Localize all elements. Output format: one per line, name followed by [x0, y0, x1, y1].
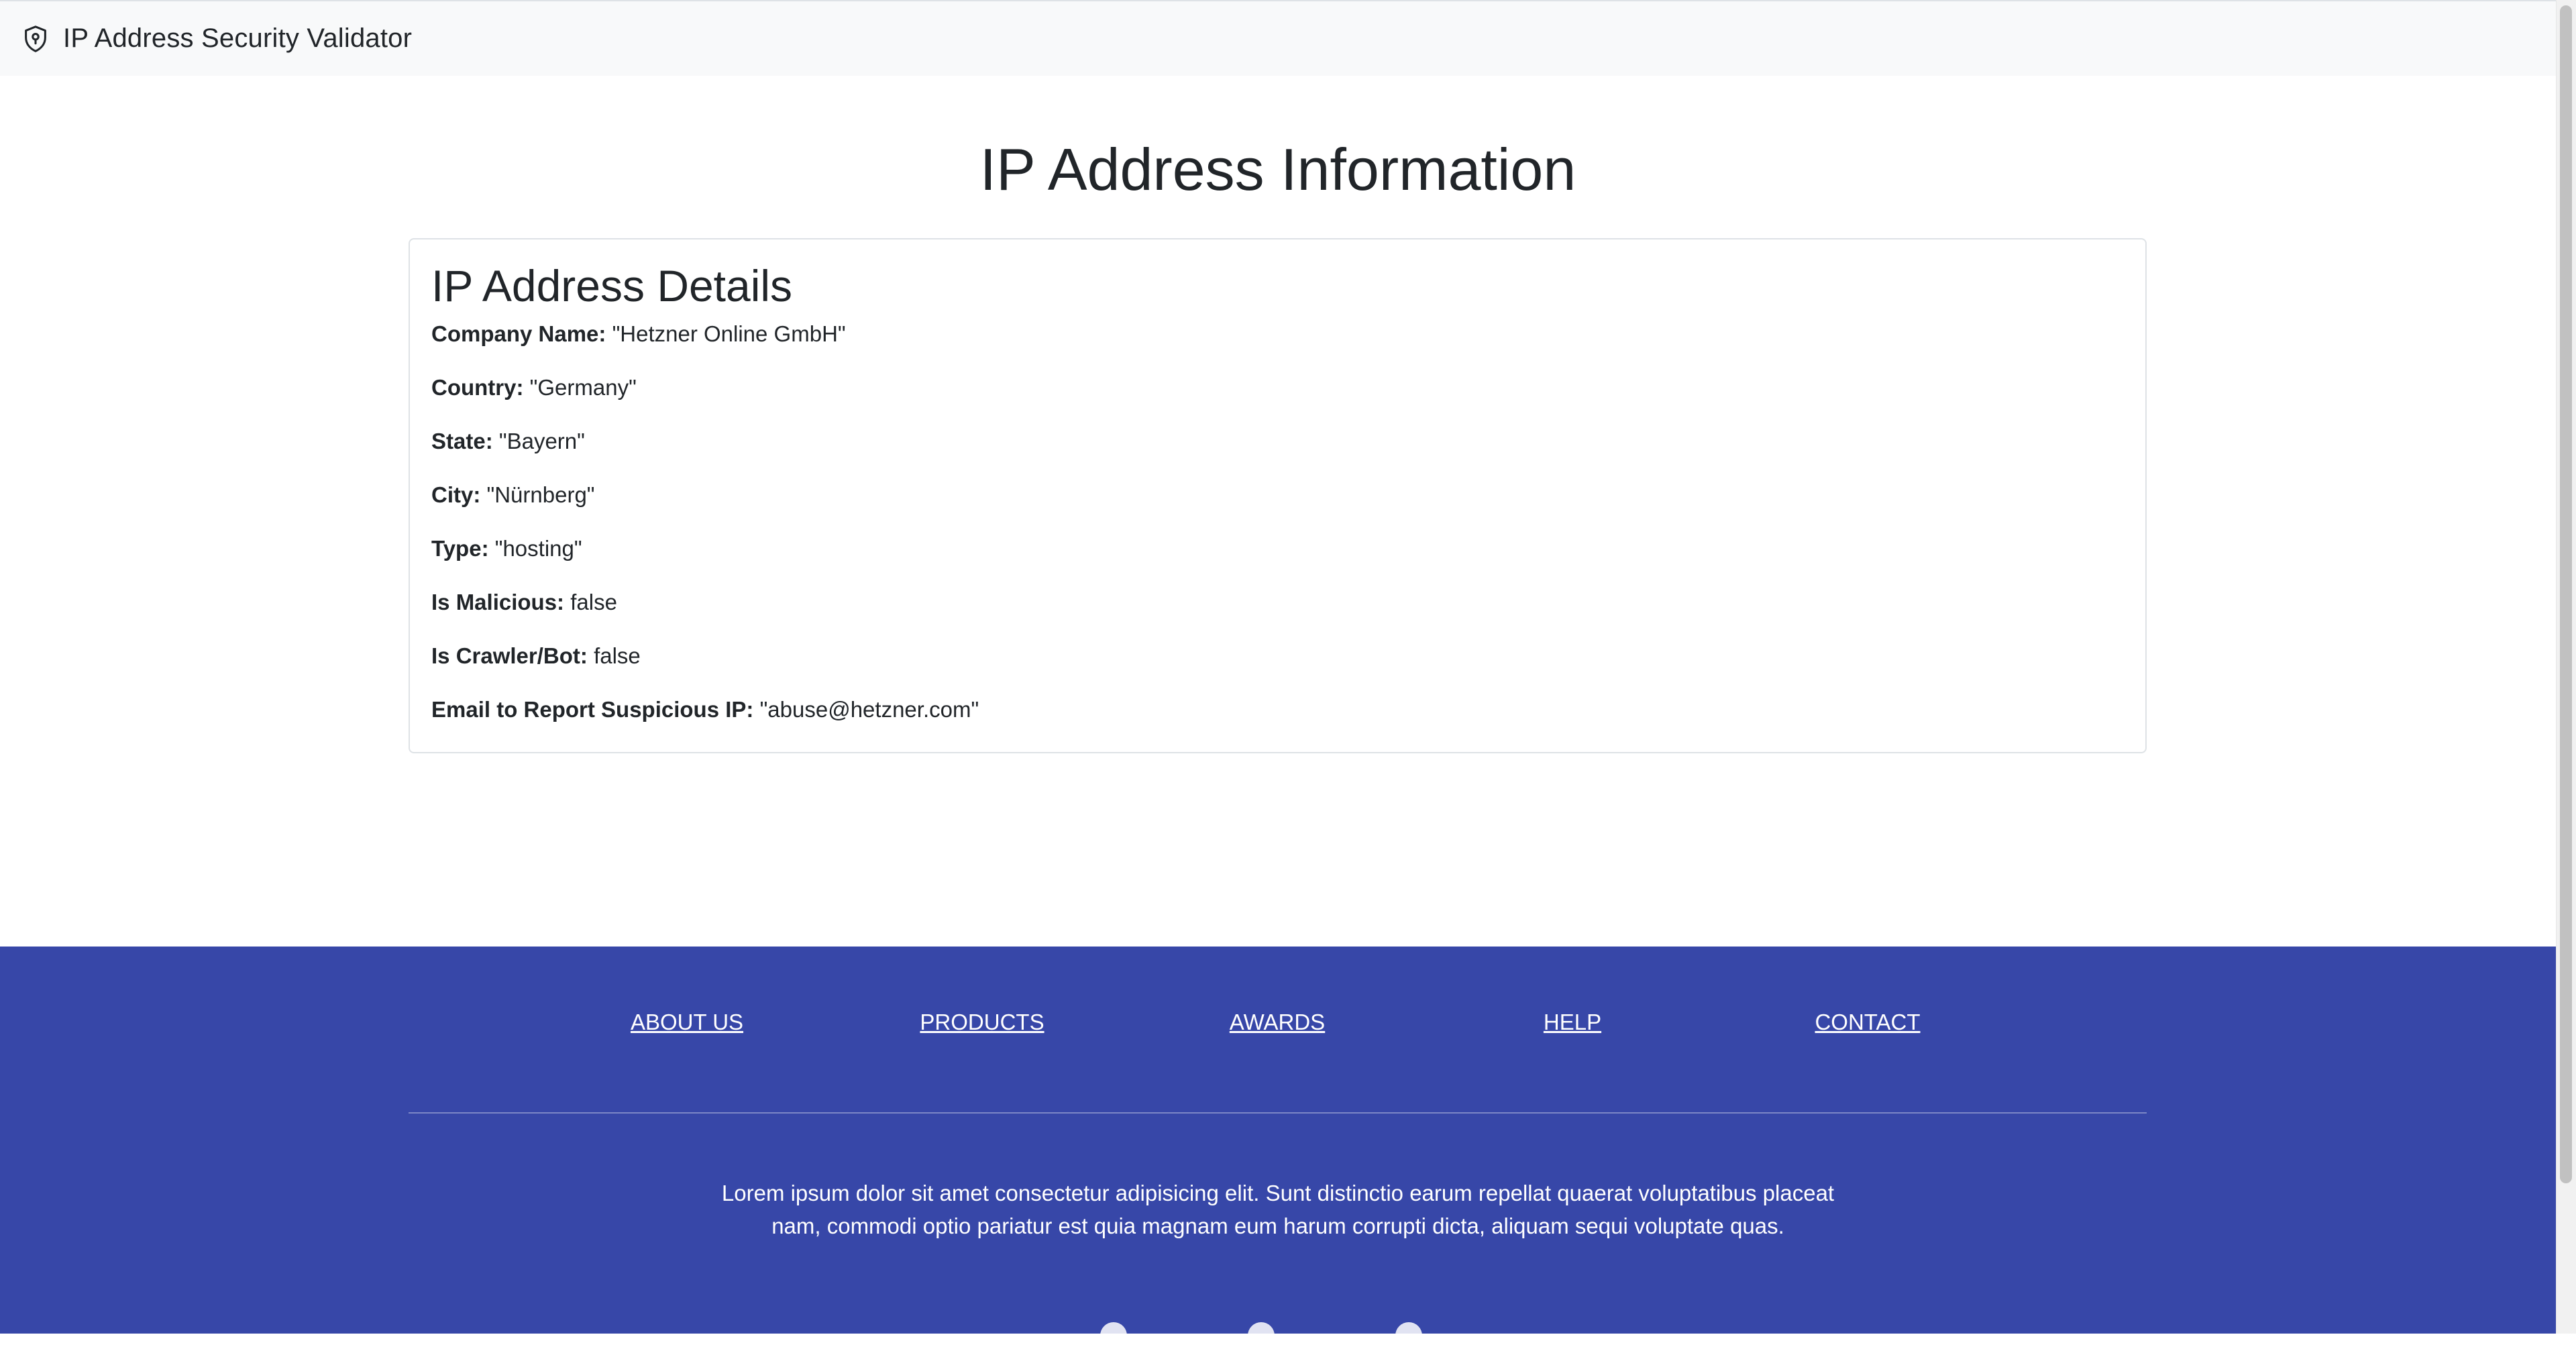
- detail-label: Company Name:: [431, 321, 606, 347]
- detail-label: Is Malicious:: [431, 590, 565, 615]
- footer-link-about-us[interactable]: ABOUT US: [631, 1010, 743, 1035]
- footer-nav: ABOUT US PRODUCTS AWARDS HELP CONTACT: [0, 1010, 2556, 1043]
- detail-country: Country: "Germany": [431, 374, 2124, 401]
- social-icon[interactable]: [1100, 1322, 1127, 1349]
- footer-link-contact[interactable]: CONTACT: [1815, 1010, 1920, 1035]
- detail-value: "Hetzner Online GmbH": [612, 321, 846, 347]
- brand-title[interactable]: IP Address Security Validator: [63, 23, 412, 54]
- detail-value: false: [594, 643, 641, 669]
- top-navbar: IP Address Security Validator: [0, 0, 2556, 76]
- detail-city: City: "Nürnberg": [431, 482, 2124, 508]
- detail-value: "Bayern": [498, 429, 585, 454]
- footer-description-line-2: nam, commodi optio pariatur est quia mag…: [771, 1213, 1784, 1238]
- detail-state: State: "Bayern": [431, 428, 2124, 455]
- detail-is-malicious: Is Malicious: false: [431, 589, 2124, 616]
- detail-label: Is Crawler/Bot:: [431, 643, 588, 669]
- footer-link-products[interactable]: PRODUCTS: [920, 1010, 1044, 1035]
- shield-location-icon: [20, 23, 51, 54]
- detail-value: "Nürnberg": [486, 482, 595, 508]
- detail-label: State:: [431, 429, 493, 454]
- detail-report-email: Email to Report Suspicious IP: "abuse@he…: [431, 696, 2124, 723]
- detail-label: City:: [431, 482, 481, 508]
- ip-details-card: IP Address Details Company Name: "Hetzne…: [409, 238, 2147, 753]
- footer-description-line-1: Lorem ipsum dolor sit amet consectetur a…: [721, 1181, 1835, 1205]
- scrollbar-thumb[interactable]: [2560, 5, 2572, 1183]
- page-title: IP Address Information: [979, 136, 1576, 203]
- footer-link-help[interactable]: HELP: [1544, 1010, 1601, 1035]
- detail-value: "abuse@hetzner.com": [759, 697, 979, 722]
- footer-social-icons: [1100, 1322, 1422, 1349]
- footer-description: Lorem ipsum dolor sit amet consectetur a…: [0, 1177, 2556, 1242]
- social-icon[interactable]: [1248, 1322, 1275, 1349]
- detail-is-crawler-bot: Is Crawler/Bot: false: [431, 643, 2124, 669]
- detail-label: Email to Report Suspicious IP:: [431, 697, 754, 722]
- detail-value: false: [570, 590, 617, 615]
- detail-value: "Germany": [529, 375, 637, 400]
- detail-label: Country:: [431, 375, 524, 400]
- detail-value: "hosting": [494, 536, 582, 561]
- footer-link-awards[interactable]: AWARDS: [1230, 1010, 1325, 1035]
- footer-divider: [409, 1112, 2147, 1114]
- detail-company-name: Company Name: "Hetzner Online GmbH": [431, 321, 2124, 347]
- detail-type: Type: "hosting": [431, 535, 2124, 562]
- vertical-scrollbar[interactable]: [2556, 0, 2576, 1334]
- card-title: IP Address Details: [431, 261, 793, 311]
- social-icon[interactable]: [1395, 1322, 1422, 1349]
- site-footer: ABOUT US PRODUCTS AWARDS HELP CONTACT Lo…: [0, 947, 2556, 1349]
- detail-label: Type:: [431, 536, 489, 561]
